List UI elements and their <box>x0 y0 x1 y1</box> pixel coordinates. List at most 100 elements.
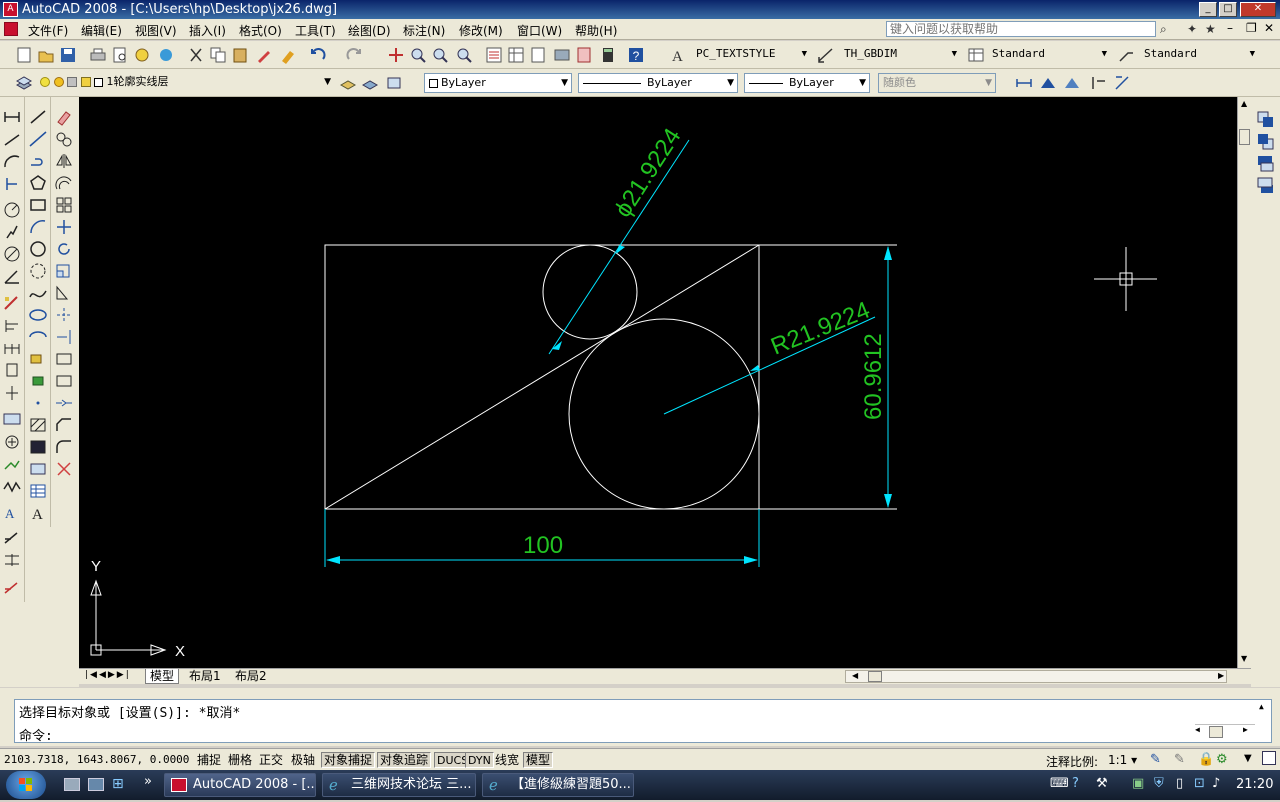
width-dimension-text[interactable]: 100 <box>523 532 563 559</box>
paste-icon[interactable] <box>230 45 250 65</box>
doc-minimize-icon[interactable]: – <box>1227 21 1233 35</box>
dim-angular-tool-icon[interactable] <box>1 267 23 287</box>
tray-device-icon[interactable]: ▯ <box>1176 776 1183 791</box>
copy-object-tool-icon[interactable] <box>53 129 75 149</box>
taskbar-item-autocad[interactable]: AutoCAD 2008 - [... <box>164 773 316 797</box>
gradient-tool-icon[interactable] <box>27 437 49 457</box>
send-to-back-icon[interactable] <box>1255 131 1277 151</box>
command-scroll-right-icon[interactable]: ▶ <box>1243 725 1248 734</box>
table-tool-icon[interactable] <box>27 481 49 501</box>
dim-style-icon[interactable] <box>816 45 836 65</box>
menu-dimension[interactable]: 标注(N) <box>403 22 445 39</box>
extend-tool-icon[interactable] <box>53 327 75 347</box>
calculator-icon[interactable] <box>598 45 618 65</box>
status-menu-icon[interactable]: ▼ <box>1244 753 1252 764</box>
bring-to-front-icon[interactable] <box>1255 109 1277 129</box>
bring-above-icon[interactable] <box>1255 153 1277 173</box>
menu-tools[interactable]: 工具(T) <box>295 22 336 39</box>
tray-input-icon[interactable]: ⌨ <box>1050 776 1069 791</box>
tray-volume-icon[interactable]: ♪ <box>1212 776 1220 791</box>
menu-modify[interactable]: 修改(M) <box>459 22 503 39</box>
layer-manager-icon[interactable] <box>14 73 34 93</box>
scale-tool-icon[interactable] <box>53 261 75 281</box>
command-scroll-thumb[interactable] <box>1209 726 1223 738</box>
dim-aligned-tool-icon[interactable] <box>1 130 23 150</box>
dim-update-tool-icon[interactable] <box>1 550 23 570</box>
scroll-down-icon[interactable]: ▼ <box>1241 654 1247 663</box>
markup-icon[interactable] <box>574 45 594 65</box>
pan-icon[interactable] <box>386 45 406 65</box>
table-style-select[interactable]: Standard ▼ <box>988 45 1110 65</box>
vertical-scrollbar[interactable]: ▲ ▼ <box>1237 97 1251 668</box>
tray-tool-icon[interactable]: ⚒ <box>1096 776 1108 791</box>
plot-preview-icon[interactable] <box>110 45 130 65</box>
taskbar-item-browser2[interactable]: ℯ 【進修級練習題50... <box>482 773 634 797</box>
polyline-tool-icon[interactable] <box>27 151 49 171</box>
dim-diameter-tool-icon[interactable] <box>1 244 23 264</box>
diagonal-line[interactable] <box>324 244 760 510</box>
tray-network-icon[interactable]: ⊡ <box>1194 776 1205 791</box>
height-dimension-text[interactable]: 60.9612 <box>860 333 887 420</box>
toggle-osnap[interactable]: 对象捕捉 <box>321 752 376 768</box>
tolerance-tool-icon[interactable] <box>1 409 23 429</box>
autocad-app-icon[interactable]: A <box>3 2 18 17</box>
search-icon[interactable]: ⌕ <box>1160 22 1167 37</box>
undo-icon[interactable] <box>308 45 328 65</box>
dim-edit-icon[interactable] <box>1088 73 1108 93</box>
dim-continue-icon[interactable] <box>1062 73 1082 93</box>
doc-restore-icon[interactable]: ❐ <box>1246 21 1257 35</box>
open-icon[interactable] <box>36 45 56 65</box>
array-tool-icon[interactable] <box>53 195 75 215</box>
block-editor-icon[interactable] <box>278 45 298 65</box>
sheet-set-icon[interactable] <box>552 45 572 65</box>
layer-lock-icon[interactable] <box>67 77 77 87</box>
layer-on-icon[interactable] <box>40 77 50 87</box>
redo-icon[interactable] <box>344 45 364 65</box>
menu-format[interactable]: 格式(O) <box>239 22 282 39</box>
dim-break-tool-icon[interactable] <box>1 383 23 403</box>
move-tool-icon[interactable] <box>53 217 75 237</box>
dim-baseline-tool-icon[interactable] <box>1 316 23 336</box>
favorites-icon[interactable]: ★ <box>1205 22 1216 36</box>
tray-help-icon[interactable]: ? <box>1072 776 1079 791</box>
tray-security-icon[interactable]: ⛨ <box>1154 776 1164 791</box>
zoom-previous-icon[interactable] <box>454 45 474 65</box>
menu-insert[interactable]: 插入(I) <box>189 22 226 39</box>
scroll-left-icon[interactable]: ◀ <box>852 671 858 680</box>
table-style-icon[interactable] <box>966 45 986 65</box>
communication-center-icon[interactable]: ✦ <box>1187 22 1197 36</box>
region-tool-icon[interactable] <box>27 459 49 479</box>
multileader-style-select[interactable]: Standard ▼ <box>1140 45 1258 65</box>
coordinate-display[interactable]: 2103.7318, 1643.8067, 0.0000 <box>4 753 189 766</box>
diameter-dimension-text[interactable]: ϕ21.9224 <box>609 124 686 223</box>
dim-arc-length-tool-icon[interactable] <box>1 152 23 172</box>
publish-icon[interactable] <box>132 45 152 65</box>
toolbar-lock-icon[interactable]: 🔒 <box>1198 752 1214 767</box>
jogged-linear-tool-icon[interactable] <box>1 477 23 497</box>
dim-style-tool-icon[interactable] <box>1 577 23 597</box>
menu-draw[interactable]: 绘图(D) <box>348 22 391 39</box>
erase-tool-icon[interactable] <box>53 107 75 127</box>
dim-linear-icon[interactable] <box>1014 73 1034 93</box>
doc-close-icon[interactable]: ✕ <box>1264 21 1274 35</box>
break-tool-icon[interactable] <box>53 371 75 391</box>
design-center-icon[interactable] <box>506 45 526 65</box>
vertical-scroll-thumb[interactable] <box>1239 129 1250 145</box>
quick-dim-tool-icon[interactable] <box>1 293 23 313</box>
horizontal-scroll-thumb[interactable] <box>868 671 882 682</box>
scroll-up-icon[interactable]: ▲ <box>1241 99 1247 108</box>
tab-model[interactable]: 模型 <box>145 669 180 684</box>
start-button[interactable] <box>6 771 46 799</box>
menu-window[interactable]: 窗口(W) <box>517 22 562 39</box>
copy-icon[interactable] <box>208 45 228 65</box>
point-tool-icon[interactable] <box>27 393 49 413</box>
offset-tool-icon[interactable] <box>53 173 75 193</box>
save-icon[interactable] <box>58 45 78 65</box>
dim-style-select[interactable]: TH_GBDIM ▼ <box>840 45 960 65</box>
multiline-text-tool-icon[interactable]: A <box>27 503 49 523</box>
revision-cloud-tool-icon[interactable] <box>27 261 49 281</box>
circle-tool-icon[interactable] <box>27 239 49 259</box>
cut-icon[interactable] <box>186 45 206 65</box>
inspection-tool-icon[interactable] <box>1 455 23 475</box>
scroll-right-icon[interactable]: ▶ <box>1218 671 1224 680</box>
